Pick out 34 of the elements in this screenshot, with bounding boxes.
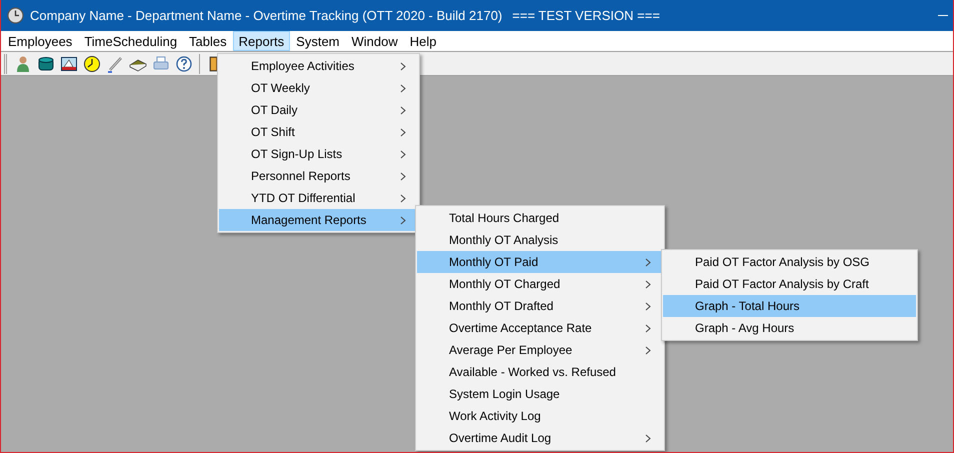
menu-bar-item[interactable]: Reports <box>232 31 290 51</box>
menu-item[interactable]: Monthly OT Analysis <box>417 229 663 251</box>
menu-item[interactable]: OT Daily <box>219 99 418 121</box>
menu-item[interactable]: Personnel Reports <box>219 165 418 187</box>
menu-item[interactable]: OT Weekly <box>219 77 418 99</box>
menu-item[interactable]: OT Shift <box>219 121 418 143</box>
window-title: Company Name - Department Name - Overtime Tracking (OTT 2020 - Build 2170) <box>30 6 502 25</box>
menu-item[interactable]: Paid OT Factor Analysis by OSG <box>663 251 916 273</box>
menu-bar-item[interactable]: Window <box>346 31 404 51</box>
menu-item[interactable]: Employee Activities <box>219 55 418 77</box>
menu-bar-item[interactable]: Employees <box>2 31 78 51</box>
menu-item[interactable]: Monthly OT Charged <box>417 273 663 295</box>
menu-bar-item[interactable]: Tables <box>183 31 233 51</box>
clock-icon <box>7 7 24 24</box>
menu-item[interactable]: Overtime Audit Log <box>417 427 663 449</box>
menu-item[interactable]: Overtime Acceptance Rate <box>417 317 663 339</box>
menu-item[interactable]: Total Hours Charged <box>417 207 663 229</box>
menu-item[interactable]: OT Sign-Up Lists <box>219 143 418 165</box>
menu-item[interactable]: Monthly OT Paid <box>417 251 663 273</box>
menu-item[interactable]: Graph - Avg Hours <box>663 317 916 339</box>
menu-bar-item[interactable]: System <box>290 31 346 51</box>
menu-item[interactable]: Management Reports <box>219 209 418 231</box>
menu-bar-item[interactable]: TimeScheduling <box>78 31 184 51</box>
menu-item[interactable]: Paid OT Factor Analysis by Craft <box>663 273 916 295</box>
menu-item[interactable]: System Login Usage <box>417 383 663 405</box>
menu-item[interactable]: Graph - Total Hours <box>663 295 916 317</box>
test-version-label: === TEST VERSION === <box>512 6 660 25</box>
menu-item[interactable]: YTD OT Differential <box>219 187 418 209</box>
menu-item[interactable]: Work Activity Log <box>417 405 663 427</box>
minimize-icon[interactable] <box>938 14 948 16</box>
menu-item[interactable]: Average Per Employee <box>417 339 663 361</box>
menu-bar-item[interactable]: Help <box>404 31 442 51</box>
menu-item[interactable]: Available - Worked vs. Refused <box>417 361 663 383</box>
menu-item[interactable]: Monthly OT Drafted <box>417 295 663 317</box>
